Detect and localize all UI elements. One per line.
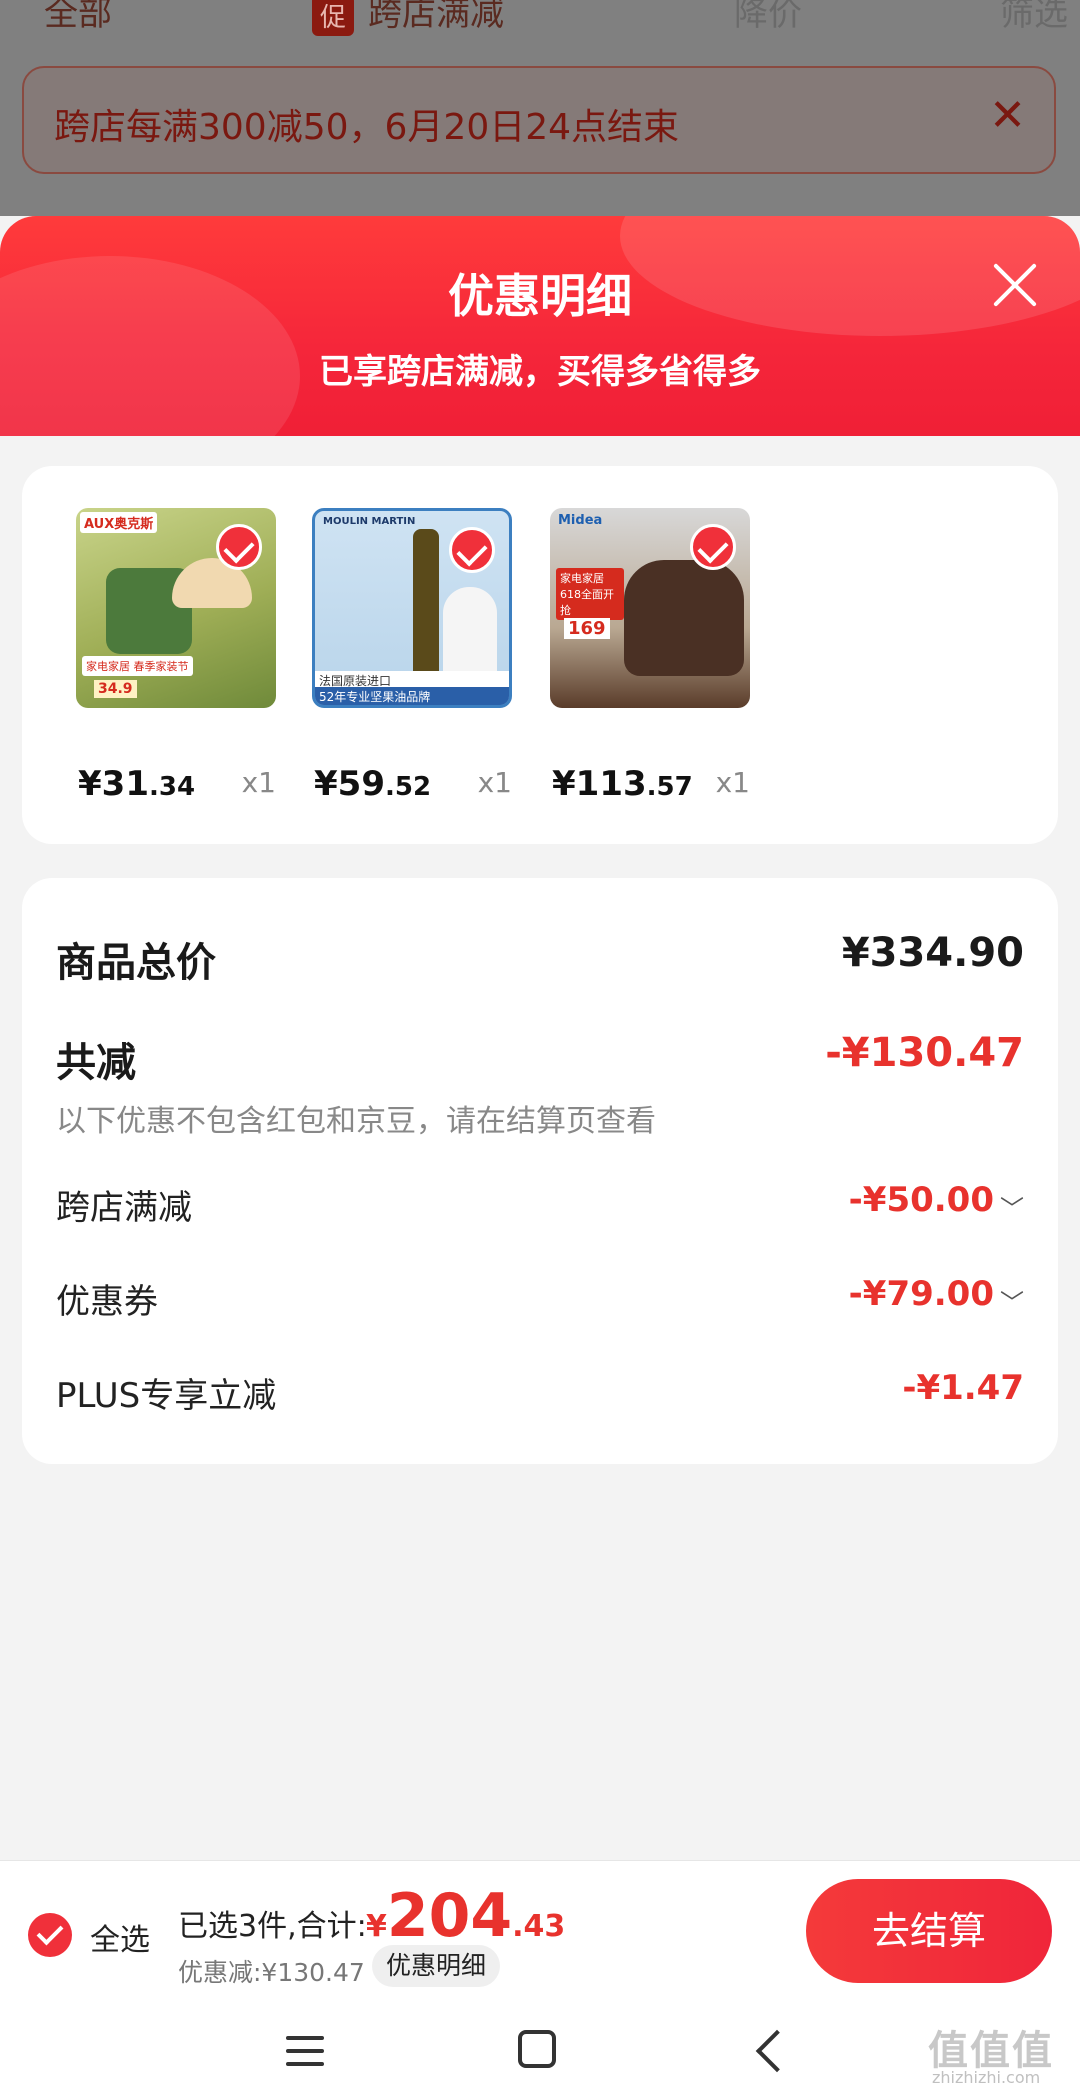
- brand-logo: Midea: [558, 513, 603, 528]
- promo-banner-close-icon: ✕: [989, 90, 1026, 141]
- system-navigation-bar: [0, 2000, 1080, 2096]
- product-list-card: AUX奥克斯 家电家居 春季家装节 34.9 ¥31.34 x1 MOULIN …: [22, 466, 1058, 844]
- discount-total-value: -¥130.47: [825, 1030, 1024, 1076]
- total-amount: ¥204.43: [366, 1881, 565, 1951]
- product-item[interactable]: MOULIN MARTIN 法国原装进口 52年专业坚果油品牌 ¥59.52 x…: [312, 508, 512, 804]
- checkbox-checked-icon[interactable]: [449, 527, 495, 573]
- total-price-row: 商品总价 ¥334.90: [56, 930, 1024, 986]
- total-currency: ¥: [366, 1909, 387, 1944]
- brand-logo: AUX奥克斯: [80, 512, 158, 533]
- discount-item-amount: -¥79.00 ﹀: [849, 1274, 1024, 1318]
- promo-banner: 跨店每满300减50，6月20日24点结束 ✕: [22, 66, 1056, 174]
- total-integer: 204: [386, 1881, 513, 1951]
- total-price-label: 商品总价: [56, 940, 216, 986]
- product-image: AUX奥克斯 家电家居 春季家装节 34.9: [76, 508, 276, 708]
- product-quantity: x1: [477, 766, 512, 799]
- discount-total-label: 共减: [56, 1040, 136, 1086]
- price-summary-card: 商品总价 ¥334.90 共减 -¥130.47 以下优惠不包含红包和京豆，请在…: [22, 878, 1058, 1464]
- total-decimal: .43: [512, 1909, 566, 1944]
- chevron-down-icon: ﹀: [1000, 1289, 1024, 1317]
- discount-total-row: 共减 -¥130.47: [56, 1030, 1024, 1086]
- product-quantity: x1: [241, 766, 276, 799]
- product-item[interactable]: Midea 家电家居 618全面开抢 169 ¥113.57 x1: [550, 508, 750, 804]
- price-integer: ¥113: [552, 764, 647, 804]
- product-image-footer: 52年专业坚果油品牌: [315, 687, 509, 705]
- product-price: ¥113.57: [552, 764, 693, 804]
- product-quantity: x1: [715, 766, 750, 799]
- home-icon[interactable]: [518, 2030, 556, 2068]
- tab-filter: 筛选: [1000, 0, 1068, 34]
- discount-item-value: -¥1.47: [902, 1368, 1024, 1408]
- menu-icon[interactable]: [286, 2036, 324, 2066]
- select-all-checkbox-icon[interactable]: [28, 1913, 72, 1957]
- chef-illustration: [443, 587, 497, 677]
- product-item[interactable]: AUX奥克斯 家电家居 春季家装节 34.9 ¥31.34 x1: [76, 508, 276, 804]
- discount-item-value: -¥79.00: [848, 1274, 994, 1314]
- product-price: ¥59.52: [314, 764, 431, 804]
- promo-badge: 促: [312, 0, 355, 36]
- oil-bottle-illustration: [413, 529, 439, 677]
- selected-count-text: 已选3件,合计:: [178, 1909, 367, 1944]
- discount-item-value: -¥50.00: [848, 1180, 994, 1220]
- total-price-value: ¥334.90: [841, 930, 1024, 976]
- checkbox-checked-icon[interactable]: [690, 524, 736, 570]
- discount-item-label: 跨店满减: [56, 1188, 192, 1228]
- discount-item-label: 优惠券: [56, 1282, 158, 1322]
- product-image-price: 34.9: [94, 680, 137, 698]
- tab-price-drop: 降价: [734, 0, 802, 34]
- discount-detail-header: 优惠明细 已享跨店满减，买得多省得多: [0, 216, 1080, 436]
- discount-summary-text: 优惠减:¥130.47: [178, 1958, 365, 1987]
- product-image-price: 169: [564, 618, 610, 639]
- checkbox-checked-icon[interactable]: [216, 524, 262, 570]
- discount-item-plus: PLUS专享立减 -¥1.47: [56, 1368, 1024, 1418]
- watermark-url: zhizhizhi.com: [932, 2068, 1041, 2087]
- close-icon[interactable]: [990, 260, 1040, 310]
- back-icon[interactable]: [755, 2029, 799, 2073]
- price-integer: ¥59: [314, 764, 385, 804]
- product-promo-tag: 家电家居 618全面开抢: [556, 568, 624, 620]
- select-all-label[interactable]: 全选: [90, 1915, 150, 1959]
- tab-all: 全部: [44, 0, 112, 34]
- price-decimal: .52: [384, 772, 432, 802]
- product-image: Midea 家电家居 618全面开抢 169: [550, 508, 750, 708]
- discount-item-amount: -¥50.00 ﹀: [849, 1180, 1024, 1224]
- discount-note: 以下优惠不包含红包和京豆，请在结算页查看: [56, 1104, 656, 1139]
- sheet-title: 优惠明细: [448, 269, 632, 323]
- background-page-overlay: 全部 促跨店满减 降价 筛选 跨店每满300减50，6月20日24点结束 ✕: [0, 0, 1080, 216]
- promo-banner-text: 跨店每满300减50，6月20日24点结束: [54, 107, 680, 148]
- price-decimal: .57: [646, 772, 693, 802]
- discount-detail-button[interactable]: 优惠明细: [372, 1945, 501, 1987]
- price-integer: ¥31: [78, 764, 149, 804]
- sheet-subtitle: 已享跨店满减，买得多省得多: [319, 352, 761, 392]
- product-image: MOULIN MARTIN 法国原装进口 52年专业坚果油品牌: [312, 508, 512, 708]
- product-price: ¥31.34: [78, 764, 195, 804]
- checkout-bar: 全选 已选3件,合计: ¥204.43 优惠减:¥130.47 优惠明细 去结算: [0, 1860, 1080, 2001]
- tab-cross-store-label: 跨店满减: [368, 0, 505, 34]
- product-promo-tag: 家电家居 春季家装节: [82, 656, 193, 676]
- background-tabs: 全部 促跨店满减 降价 筛选: [0, 0, 1080, 40]
- discount-item-coupon[interactable]: 优惠券 -¥79.00 ﹀: [56, 1274, 1024, 1324]
- discount-note-row: 以下优惠不包含红包和京豆，请在结算页查看: [56, 1096, 1024, 1140]
- tab-cross-store: 促跨店满减: [312, 0, 504, 36]
- discount-item-label: PLUS专享立减: [56, 1376, 277, 1416]
- brand-logo: MOULIN MARTIN: [323, 516, 416, 527]
- checkout-button[interactable]: 去结算: [806, 1879, 1052, 1983]
- price-decimal: .34: [148, 772, 196, 802]
- discount-item-cross-store[interactable]: 跨店满减 -¥50.00 ﹀: [56, 1180, 1024, 1230]
- rice-cooker-illustration: [624, 560, 744, 676]
- chevron-down-icon: ﹀: [1000, 1195, 1024, 1223]
